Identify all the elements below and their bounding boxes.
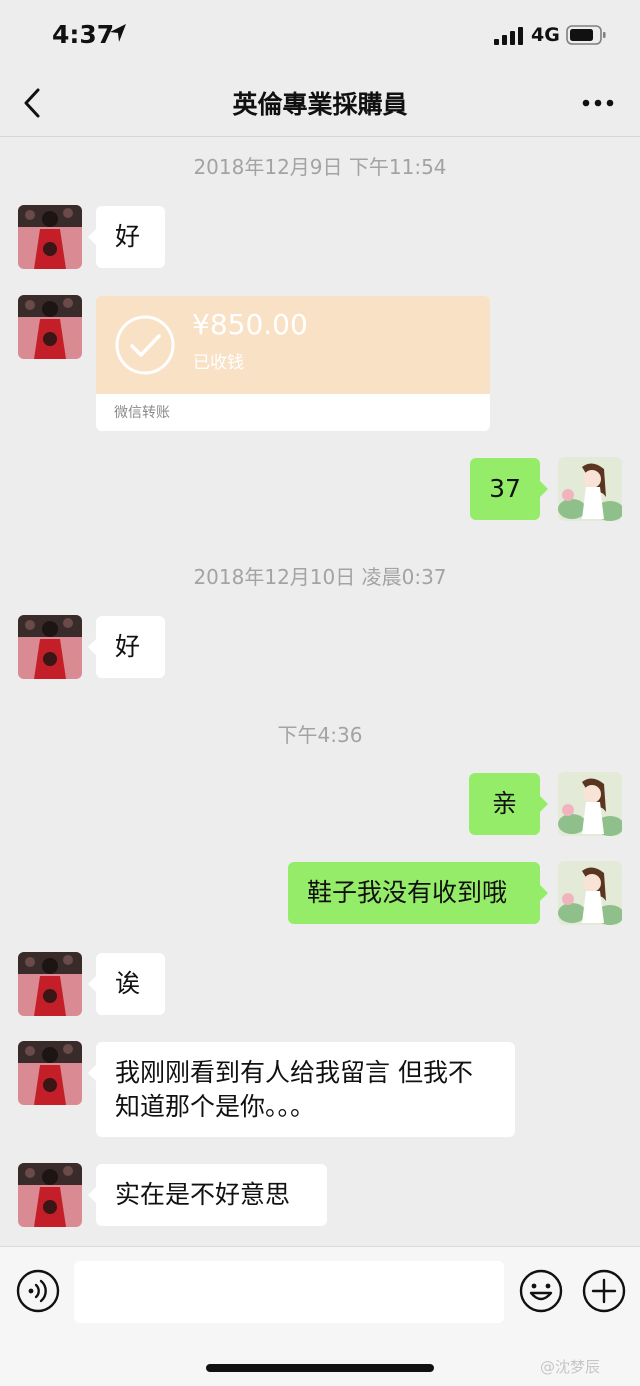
transfer-card-body: ¥850.00 已收钱 [96, 296, 490, 394]
plus-icon[interactable] [582, 1269, 626, 1313]
signal-icon [494, 27, 523, 45]
timestamp: 下午4:36 [277, 723, 363, 747]
contact-avatar[interactable] [18, 1041, 82, 1105]
status-time: 4:37 [52, 20, 115, 49]
my-avatar[interactable] [558, 861, 622, 925]
my-avatar[interactable] [558, 457, 622, 521]
contact-avatar[interactable] [18, 295, 82, 359]
contact-avatar[interactable] [18, 205, 82, 269]
home-indicator[interactable] [206, 1364, 434, 1372]
emoji-icon[interactable] [519, 1269, 563, 1313]
watermark: @沈梦辰 [540, 1358, 601, 1376]
more-options-icon[interactable] [578, 88, 618, 118]
transfer-card-footer: 微信转账 [96, 394, 490, 431]
message-bubble-received[interactable]: 好 [88, 206, 165, 268]
contact-avatar[interactable] [18, 952, 82, 1016]
voice-input-icon[interactable] [16, 1269, 60, 1313]
chat-header: 英倫專業採購員 [0, 70, 640, 137]
message-bubble-received[interactable]: 我刚刚看到有人给我留言 但我不知道那个是你。。。 [88, 1042, 515, 1137]
my-avatar[interactable] [558, 772, 622, 836]
network-type: 4G [531, 24, 560, 46]
message-bubble-sent[interactable]: 鞋子我没有收到哦 [288, 862, 548, 924]
received-check-icon [115, 315, 175, 375]
battery-icon [566, 25, 606, 45]
message-input[interactable] [74, 1261, 504, 1323]
timestamp: 2018年12月9日 下午11:54 [193, 155, 447, 179]
contact-avatar[interactable] [18, 1163, 82, 1227]
transfer-card[interactable]: ¥850.00 已收钱 微信转账 [96, 296, 490, 431]
message-bubble-sent[interactable]: 亲 [469, 773, 548, 835]
contact-avatar[interactable] [18, 615, 82, 679]
chat-title: 英倫專業採購員 [232, 90, 408, 119]
message-bubble-received[interactable]: 诶 [88, 953, 165, 1015]
message-bubble-received[interactable]: 实在是不好意思 [88, 1164, 327, 1226]
message-bubble-sent[interactable]: 37 [470, 458, 548, 520]
status-bar: 4:37 4G [0, 0, 640, 70]
transfer-type: 微信转账 [114, 405, 170, 421]
location-arrow-icon [110, 24, 126, 42]
transfer-status: 已收钱 [193, 353, 244, 373]
message-bubble-received[interactable]: 好 [88, 616, 165, 678]
timestamp: 2018年12月10日 凌晨0:37 [193, 565, 447, 589]
transfer-amount: ¥850.00 [192, 308, 308, 341]
